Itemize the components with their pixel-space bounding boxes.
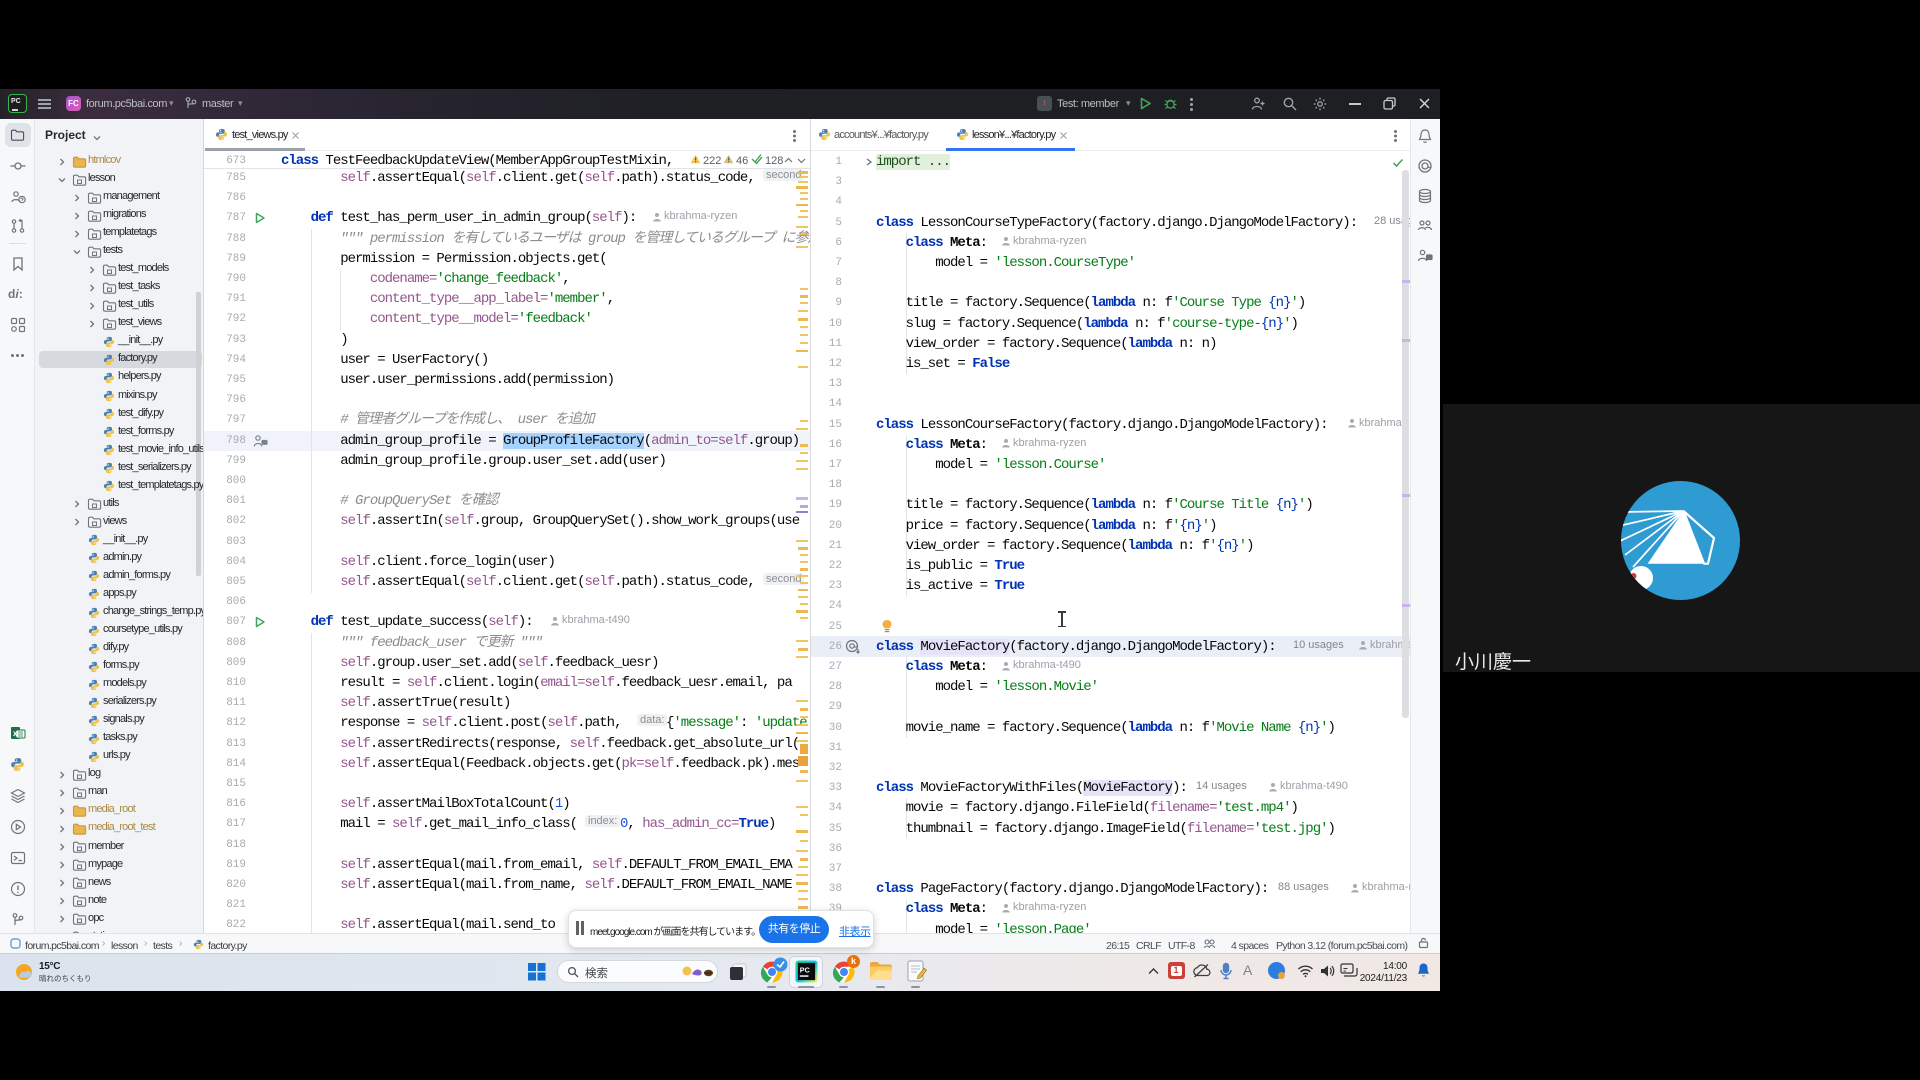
svg-text:PC: PC: [800, 966, 810, 974]
svg-text:x: x: [13, 729, 18, 738]
